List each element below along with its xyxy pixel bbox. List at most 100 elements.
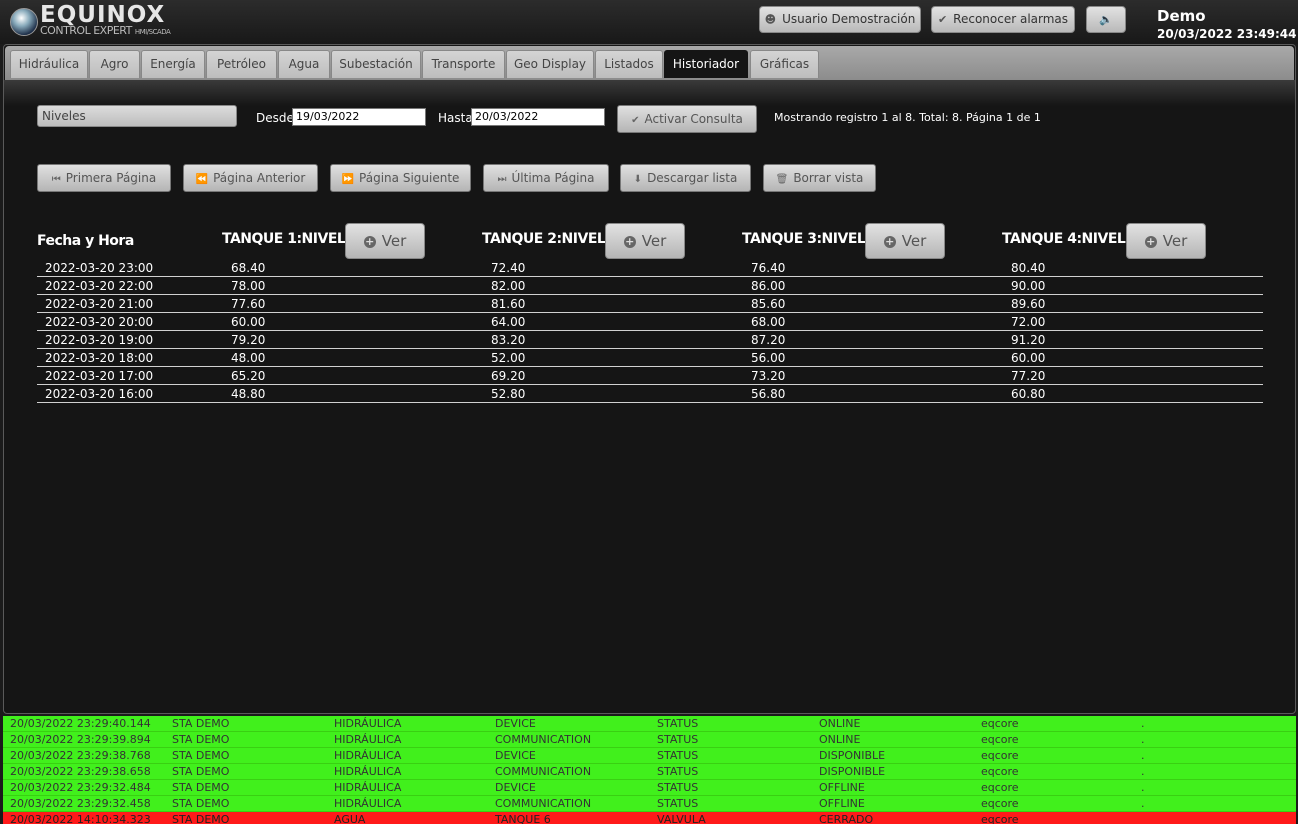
- user-button[interactable]: ☻ Usuario Demostración: [759, 6, 921, 33]
- alarm-field: 20/03/2022 23:29:32.484: [10, 781, 151, 794]
- row-datetime: 2022-03-20 18:00: [45, 351, 154, 365]
- column-header-tank-2: TANQUE 2:NIVEL: [482, 231, 606, 247]
- alarm-field: .: [1141, 797, 1145, 810]
- history-table: 2022-03-20 23:00 68.40 72.40 76.40 80.40 2022…: [37, 259, 1263, 403]
- alarm-row[interactable]: 20/03/2022 23:29:39.894 STA DEMO HIDRÁULIC…: [3, 732, 1296, 748]
- table-row: 2022-03-20 23:00 68.40 72.40 76.40 80.40: [37, 259, 1263, 277]
- alarm-field: HIDRÁULICA: [334, 717, 402, 730]
- alarm-row[interactable]: 20/03/2022 23:29:32.458 STA DEMO HIDRÁULIC…: [3, 796, 1296, 812]
- row-value-tank-4: 60.80: [1011, 387, 1046, 401]
- alarm-field: HIDRÁULICA: [334, 765, 402, 778]
- alarm-field: STATUS: [657, 781, 699, 794]
- alarm-row[interactable]: 20/03/2022 23:29:38.768 STA DEMO HIDRÁULIC…: [3, 748, 1296, 764]
- column-header-tank-1: TANQUE 1:NIVEL: [222, 231, 346, 247]
- last-page-button[interactable]: ⏭ Última Página: [483, 164, 609, 192]
- alarm-log: 20/03/2022 23:29:40.144 STA DEMO HIDRÁULIC…: [3, 716, 1296, 824]
- alarm-field: DISPONIBLE: [819, 765, 886, 778]
- alarm-field: ONLINE: [819, 717, 861, 730]
- row-value-tank-2: 64.00: [491, 315, 526, 329]
- run-query-button[interactable]: ✔ Activar Consulta: [617, 105, 757, 133]
- alarm-field: .: [1141, 781, 1145, 794]
- acknowledge-alarms-button[interactable]: ✔ Reconocer alarmas: [931, 6, 1075, 33]
- row-value-tank-3: 85.60: [751, 297, 786, 311]
- check-icon: ✔: [937, 13, 948, 26]
- from-date-input[interactable]: 19/03/2022: [292, 108, 426, 126]
- prev-page-button[interactable]: ⏪ Página Anterior: [183, 164, 318, 192]
- alarm-field: eqcore: [981, 797, 1019, 810]
- row-value-tank-2: 83.20: [491, 333, 526, 347]
- alarm-row[interactable]: 20/03/2022 14:10:34.323 STA DEMO AGUA TANQU…: [3, 812, 1296, 824]
- row-value-tank-4: 77.20: [1011, 369, 1046, 383]
- to-date-input[interactable]: 20/03/2022: [471, 108, 605, 126]
- table-row: 2022-03-20 22:00 78.00 82.00 86.00 90.00: [37, 277, 1263, 295]
- sound-button[interactable]: 🔈: [1086, 6, 1126, 33]
- tab-agro[interactable]: Agro: [89, 50, 140, 78]
- row-value-tank-2: 81.60: [491, 297, 526, 311]
- first-page-icon: ⏮: [51, 174, 61, 185]
- check-icon: ✔: [631, 115, 640, 126]
- tab-listados[interactable]: Listados: [595, 50, 663, 78]
- tab-bar: Hidráulica Agro Energía Petróleo Agua Subesta…: [5, 46, 1294, 80]
- row-value-tank-4: 90.00: [1011, 279, 1046, 293]
- tab-subestación[interactable]: Subestación: [331, 50, 421, 78]
- alarm-field: VALVULA: [657, 813, 706, 824]
- trash-icon: 🗑: [775, 174, 789, 185]
- tab-petróleo[interactable]: Petróleo: [206, 50, 277, 78]
- row-datetime: 2022-03-20 17:00: [45, 369, 154, 383]
- table-row: 2022-03-20 16:00 48.80 52.80 56.80 60.80: [37, 385, 1263, 403]
- alarm-field: OFFLINE: [819, 781, 865, 794]
- speaker-icon: 🔈: [1099, 13, 1113, 26]
- alarm-field: .: [1141, 717, 1145, 730]
- alarm-field: .: [1141, 765, 1145, 778]
- first-page-button[interactable]: ⏮ Primera Página: [37, 164, 171, 192]
- alarm-field: STA DEMO: [172, 813, 230, 824]
- row-value-tank-4: 72.00: [1011, 315, 1046, 329]
- tab-transporte[interactable]: Transporte: [422, 50, 505, 78]
- tab-gráficas[interactable]: Gráficas: [750, 50, 819, 78]
- alarm-field: HIDRÁULICA: [334, 781, 402, 794]
- tab-hidráulica[interactable]: Hidráulica: [10, 50, 88, 78]
- alarm-row[interactable]: 20/03/2022 23:29:40.144 STA DEMO HIDRÁULIC…: [3, 716, 1296, 732]
- alarm-field: 20/03/2022 14:10:34.323: [10, 813, 151, 824]
- alarm-field: 20/03/2022 23:29:38.658: [10, 765, 151, 778]
- plus-circle-icon: +: [363, 235, 376, 248]
- table-row: 2022-03-20 18:00 48.00 52.00 56.00 60.00: [37, 349, 1263, 367]
- alarm-field: DEVICE: [495, 781, 536, 794]
- alarm-field: HIDRÁULICA: [334, 749, 402, 762]
- user-icon: ☻: [764, 13, 777, 26]
- row-value-tank-4: 60.00: [1011, 351, 1046, 365]
- alarm-field: HIDRÁULICA: [334, 733, 402, 746]
- row-value-tank-3: 87.20: [751, 333, 786, 347]
- alarm-row[interactable]: 20/03/2022 23:29:38.658 STA DEMO HIDRÁULIC…: [3, 764, 1296, 780]
- column-header-tank-4: TANQUE 4:NIVEL: [1002, 231, 1126, 247]
- user-name: Demo: [1157, 7, 1206, 25]
- view-tank-4-button[interactable]: + Ver: [1126, 223, 1206, 259]
- download-list-button[interactable]: ⬇ Descargar lista: [620, 164, 751, 192]
- alarm-field: COMMUNICATION: [495, 797, 592, 810]
- view-tank-1-button[interactable]: + Ver: [345, 223, 425, 259]
- row-value-tank-4: 91.20: [1011, 333, 1046, 347]
- download-icon: ⬇: [633, 174, 643, 185]
- alarm-field: STA DEMO: [172, 797, 230, 810]
- logo-subtitle: CONTROL EXPERT HMI/SCADA: [40, 24, 171, 37]
- alarm-field: COMMUNICATION: [495, 765, 592, 778]
- record-summary: Mostrando registro 1 al 8. Total: 8. Pág…: [774, 111, 1041, 124]
- view-tank-3-button[interactable]: + Ver: [865, 223, 945, 259]
- tab-historiador[interactable]: Historiador: [664, 50, 748, 78]
- tab-energía[interactable]: Energía: [141, 50, 205, 78]
- alarm-row[interactable]: 20/03/2022 23:29:32.484 STA DEMO HIDRÁULIC…: [3, 780, 1296, 796]
- clear-view-button[interactable]: 🗑 Borrar vista: [763, 164, 876, 192]
- tab-geo-display[interactable]: Geo Display: [506, 50, 594, 78]
- view-tank-2-button[interactable]: + Ver: [605, 223, 685, 259]
- date-column-header: Fecha y Hora: [37, 233, 134, 249]
- row-datetime: 2022-03-20 20:00: [45, 315, 154, 329]
- query-select[interactable]: Niveles: [37, 105, 237, 127]
- next-page-icon: ⏩: [341, 174, 355, 185]
- row-value-tank-3: 56.00: [751, 351, 786, 365]
- next-page-button[interactable]: ⏩ Página Siguiente: [330, 164, 471, 192]
- alarm-field: STA DEMO: [172, 733, 230, 746]
- tab-agua[interactable]: Agua: [278, 50, 330, 78]
- header-bar: EQUINOX CONTROL EXPERT HMI/SCADA ☻ Usuari…: [0, 0, 1298, 44]
- row-value-tank-1: 68.40: [231, 261, 266, 275]
- to-label: Hasta: [438, 111, 473, 125]
